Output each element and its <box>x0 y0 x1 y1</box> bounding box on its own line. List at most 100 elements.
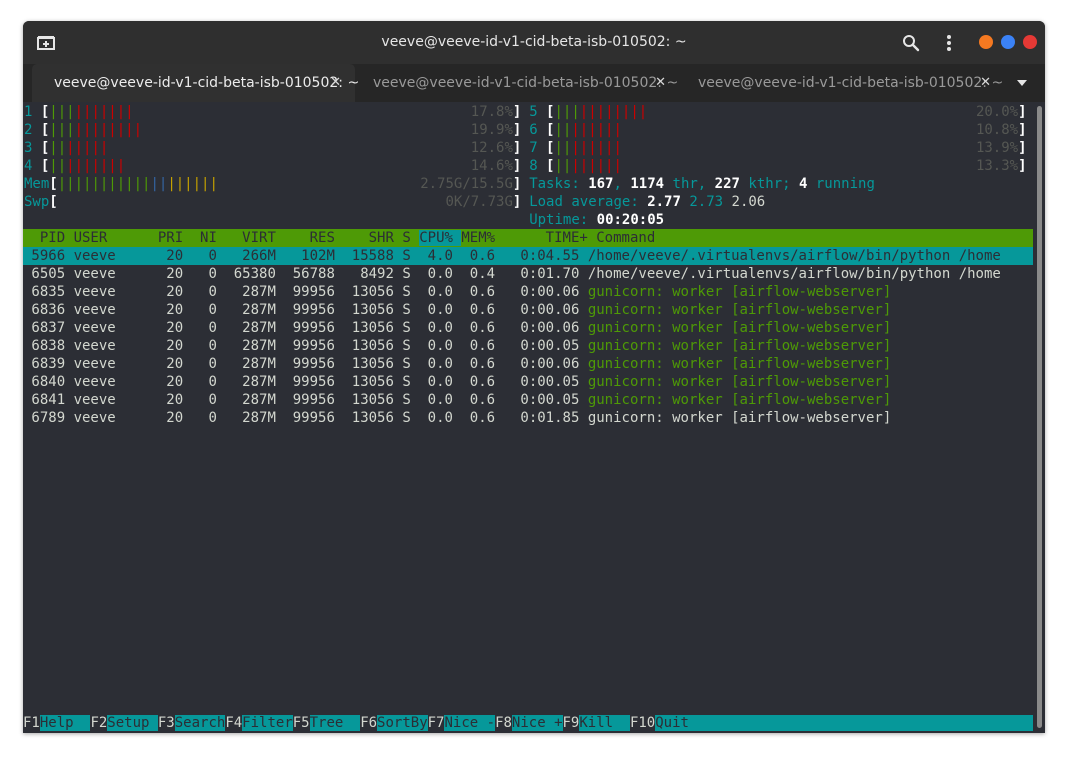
close-icon[interactable]: ✕ <box>980 75 991 90</box>
htop-screen[interactable]: 1 [|||||||||| 17.8%] 5 [||||||||||| 20.0%… <box>23 102 1033 733</box>
state-cell: S <box>402 284 420 300</box>
col-cpu[interactable]: CPU% <box>419 230 462 246</box>
kthreads-count: 227 <box>714 176 740 192</box>
col-mem[interactable]: MEM% <box>461 230 512 246</box>
res-cell: 102M <box>284 248 344 264</box>
process-row[interactable]: 6505 veeve 20 0 65380 56788 8492 S 0.0 0… <box>23 265 1033 283</box>
mem-cell: 0.6 <box>461 410 504 426</box>
process-row[interactable]: 6836 veeve 20 0 287M 99956 13056 S 0.0 0… <box>23 301 1033 319</box>
process-row[interactable]: 6789 veeve 20 0 287M 99956 13056 S 0.0 0… <box>23 409 1033 427</box>
user-cell: veeve <box>73 248 158 264</box>
shr-cell: 13056 <box>343 338 403 354</box>
cpu-cell: 0.0 <box>419 392 462 408</box>
tab-2[interactable]: veeve@veeve-id-v1-cid-beta-isb-010502: ~… <box>355 64 680 102</box>
col-shr[interactable]: SHR <box>343 230 402 246</box>
fkey-f6[interactable]: F6 <box>360 715 378 731</box>
user-cell: veeve <box>73 410 158 426</box>
fkey-f6-label[interactable]: SortBy <box>377 715 428 731</box>
col-time[interactable]: TIME+ <box>512 230 596 246</box>
close-button[interactable] <box>1023 35 1037 49</box>
fkey-f3-label[interactable]: Search <box>174 715 226 731</box>
fkey-f9-label[interactable]: Kill <box>579 715 630 731</box>
threads-label: thr, <box>672 176 707 192</box>
fkey-f1-label[interactable]: Help <box>39 715 91 731</box>
ni-cell: 0 <box>191 248 226 264</box>
close-icon[interactable]: ✕ <box>655 75 666 90</box>
fkey-f5[interactable]: F5 <box>292 715 310 731</box>
fkey-f10[interactable]: F10 <box>629 715 656 731</box>
scrollbar[interactable] <box>1033 102 1045 733</box>
maximize-button[interactable] <box>1001 35 1015 49</box>
shr-cell: 13056 <box>343 302 403 318</box>
close-icon[interactable]: ✕ <box>330 75 341 90</box>
virt-cell: 287M <box>225 356 285 372</box>
time-cell: 0:00.05 <box>503 374 588 390</box>
process-row[interactable]: 6837 veeve 20 0 287M 99956 13056 S 0.0 0… <box>23 319 1033 337</box>
process-row[interactable]: 5966 veeve 20 0 266M 102M 15588 S 4.0 0.… <box>23 247 1033 265</box>
running-count: 4 <box>799 176 808 192</box>
fkey-f4[interactable]: F4 <box>225 715 243 731</box>
col-user[interactable]: USER <box>74 230 158 246</box>
virt-cell: 266M <box>225 248 285 264</box>
virt-cell: 287M <box>225 284 285 300</box>
pri-cell: 20 <box>157 320 192 336</box>
tab-3[interactable]: veeve@veeve-id-v1-cid-beta-isb-010502: ~… <box>680 64 1005 102</box>
meter-bracket: [ <box>49 194 58 210</box>
col-virt[interactable]: VIRT <box>225 230 284 246</box>
col-ni[interactable]: NI <box>192 230 226 246</box>
pid-cell: 5966 <box>23 248 74 264</box>
search-icon[interactable] <box>900 32 922 54</box>
tab-1[interactable]: veeve@veeve-id-v1-cid-beta-isb-010502: ~… <box>32 64 359 102</box>
pri-cell: 20 <box>157 410 192 426</box>
tasks-label: Tasks: <box>529 176 580 192</box>
state-cell: S <box>402 248 420 264</box>
mem-cell: 0.6 <box>461 338 504 354</box>
shr-cell: 13056 <box>343 410 403 426</box>
scrollbar-thumb[interactable] <box>1037 106 1042 728</box>
cpu-bar-kernel: |||||| <box>571 158 622 174</box>
process-row[interactable]: 6839 veeve 20 0 287M 99956 13056 S 0.0 0… <box>23 355 1033 373</box>
time-cell: 0:01.85 <box>503 410 588 426</box>
cpu-percent: 19.9% <box>470 122 513 138</box>
fkey-f5-label[interactable]: Tree <box>309 715 361 731</box>
command-cell: gunicorn: worker [airflow-webserver] <box>587 302 892 318</box>
ni-cell: 0 <box>191 410 226 426</box>
process-row[interactable]: 6835 veeve 20 0 287M 99956 13056 S 0.0 0… <box>23 283 1033 301</box>
meter-bracket: ] <box>512 140 522 156</box>
kebab-menu-icon[interactable] <box>938 32 960 54</box>
process-row[interactable]: 6840 veeve 20 0 287M 99956 13056 S 0.0 0… <box>23 373 1033 391</box>
fkey-f8[interactable]: F8 <box>495 715 512 731</box>
ni-cell: 0 <box>191 338 226 354</box>
fkey-f4-label[interactable]: Filter <box>242 715 293 731</box>
meter-bracket: ] <box>512 158 522 174</box>
cpu-bar-kernel: ||||||| <box>66 158 126 174</box>
caret-down-icon[interactable] <box>1015 76 1029 90</box>
user-cell: veeve <box>73 338 158 354</box>
process-row[interactable]: 6838 veeve 20 0 287M 99956 13056 S 0.0 0… <box>23 337 1033 355</box>
fkey-f1[interactable]: F1 <box>23 715 40 731</box>
fkey-f10-label[interactable]: Quit <box>655 715 706 731</box>
meter-bracket: ] <box>1018 122 1027 138</box>
col-pid[interactable]: PID <box>23 230 74 246</box>
fkey-f8-label[interactable]: Nice + <box>511 715 563 731</box>
cpu-bar-kernel: |||||| <box>571 140 622 156</box>
mem-cell: 0.6 <box>461 356 504 372</box>
fkey-f2[interactable]: F2 <box>90 715 108 731</box>
command-cell: /home/veeve/.virtualenvs/airflow/bin/pyt… <box>587 266 1001 282</box>
col-res[interactable]: RES <box>284 230 343 246</box>
fkey-f2-label[interactable]: Setup <box>107 715 158 731</box>
ni-cell: 0 <box>191 356 226 372</box>
fkey-f7[interactable]: F7 <box>427 715 445 731</box>
col-state[interactable]: S <box>402 230 419 246</box>
minimize-button[interactable] <box>979 35 993 49</box>
fkey-f7-label[interactable]: Nice - <box>444 715 496 731</box>
fkey-f9[interactable]: F9 <box>562 715 580 731</box>
running-label: running <box>815 176 875 192</box>
col-command[interactable]: Command <box>596 230 655 246</box>
process-row[interactable]: 6841 veeve 20 0 287M 99956 13056 S 0.0 0… <box>23 391 1033 409</box>
command-cell: gunicorn: worker [airflow-webserver] <box>587 392 892 408</box>
col-pri[interactable]: PRI <box>158 230 192 246</box>
cpu-percent: 13.3% <box>975 158 1019 174</box>
virt-cell: 287M <box>225 410 285 426</box>
fkey-f3[interactable]: F3 <box>157 715 175 731</box>
